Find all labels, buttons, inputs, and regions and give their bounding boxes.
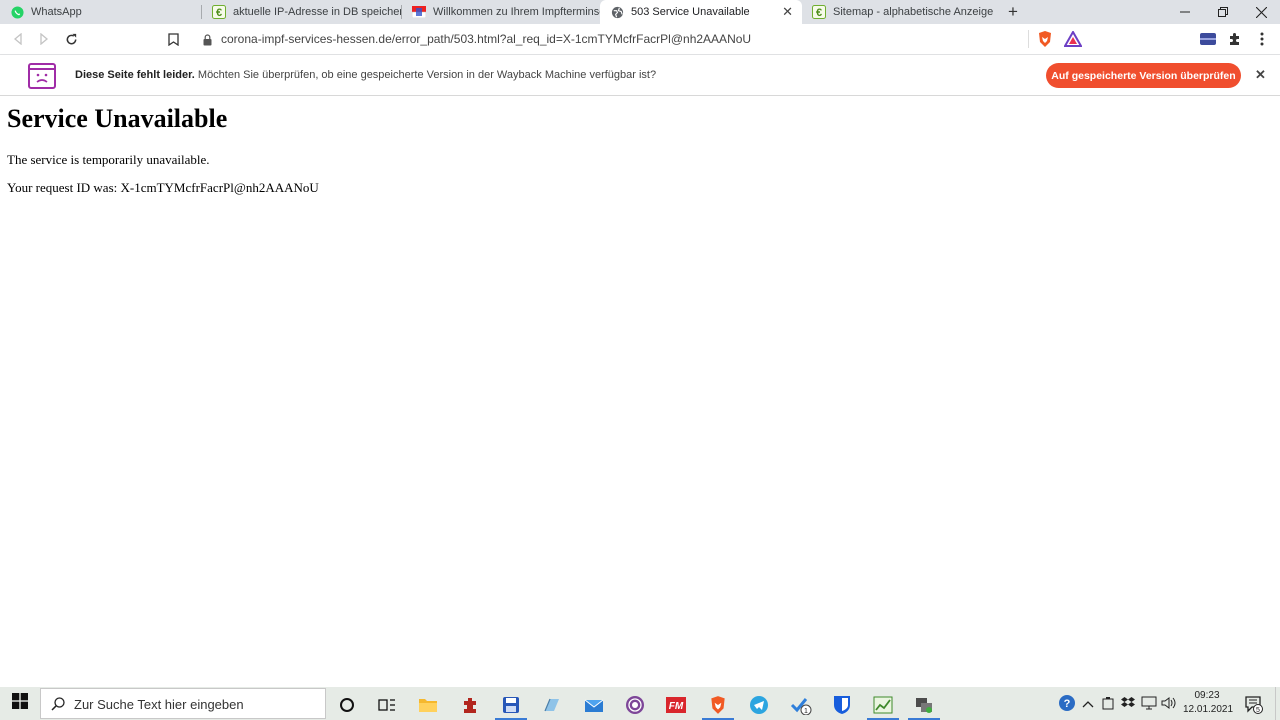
whatsapp-icon xyxy=(10,5,24,19)
dropbox-icon[interactable] xyxy=(1121,696,1135,712)
tab-impfterminservice[interactable]: Willkommen zu Ihrem Impfterminserv xyxy=(402,0,600,24)
page-heading: Service Unavailable xyxy=(7,104,228,133)
search-placeholder: Zur Suche Text hier eingeben xyxy=(74,697,244,712)
tab-title: Sitemap - alphabetische Anzeige xyxy=(833,6,994,18)
back-button[interactable] xyxy=(9,30,27,48)
clock-date: 12.01.2021 xyxy=(1183,704,1234,715)
wayback-infobar: Diese Seite fehlt leider. Möchten Sie üb… xyxy=(0,55,1280,96)
puzzle-app-icon[interactable] xyxy=(450,691,490,719)
help-tray-icon[interactable]: ? xyxy=(1058,694,1076,715)
file-explorer-icon[interactable] xyxy=(408,691,448,719)
network-tray-icon[interactable] xyxy=(1141,696,1157,713)
euro-icon: € xyxy=(212,5,226,19)
svg-text:?: ? xyxy=(1064,698,1071,710)
cortana-icon[interactable] xyxy=(327,691,367,719)
todo-badge: 1 xyxy=(804,708,808,715)
brave-rewards-icon[interactable] xyxy=(1064,30,1082,48)
new-tab-button[interactable]: + xyxy=(1008,2,1018,22)
brave-browser-icon[interactable] xyxy=(698,691,738,720)
tor-browser-icon[interactable] xyxy=(615,691,655,719)
todo-app-icon[interactable]: 1 xyxy=(781,691,821,719)
infobar-text: Diese Seite fehlt leider. Möchten Sie üb… xyxy=(75,69,656,81)
svg-text:FM: FM xyxy=(669,701,684,712)
fm-app-icon[interactable]: FM xyxy=(656,691,696,719)
tab-title: aktuelle IP-Adresse in DB speichern xyxy=(233,6,402,18)
windows-icon xyxy=(12,693,28,714)
extensions-icon[interactable] xyxy=(1226,30,1244,48)
tab-whatsapp[interactable]: WhatsApp xyxy=(0,0,202,24)
bitwarden-icon[interactable] xyxy=(822,691,862,719)
forward-button[interactable] xyxy=(35,30,53,48)
taskbar: Zur Suche Text hier eingeben FM 1 ? 09:2… xyxy=(0,687,1280,720)
browser-toolbar: corona-impf-services-hessen.de/error_pat… xyxy=(0,24,1280,55)
clock-time: 09:23 xyxy=(1194,690,1220,701)
tab-title: 503 Service Unavailable xyxy=(631,6,750,18)
notification-count: 5 xyxy=(1256,707,1260,714)
close-infobar-icon[interactable]: ✕ xyxy=(1255,67,1266,83)
address-bar[interactable]: corona-impf-services-hessen.de/error_pat… xyxy=(192,27,1089,52)
url-text: corona-impf-services-hessen.de/error_pat… xyxy=(221,32,752,46)
network-app-icon[interactable] xyxy=(904,691,944,720)
check-saved-version-button[interactable]: Auf gespeicherte Version überprüfen xyxy=(1046,63,1241,88)
chart-app-icon[interactable] xyxy=(863,691,903,720)
tab-title: WhatsApp xyxy=(31,6,82,18)
battery-tray-icon[interactable] xyxy=(1102,696,1114,713)
close-window-button[interactable] xyxy=(1242,0,1280,24)
infobar-bold: Diese Seite fehlt leider. xyxy=(75,69,195,81)
menu-icon[interactable] xyxy=(1253,30,1271,48)
globe-icon xyxy=(610,5,624,19)
tab-503-service-unavailable[interactable]: 503 Service Unavailable ✕ xyxy=(600,0,802,24)
notification-center-icon[interactable]: 5 xyxy=(1244,694,1264,717)
tab-ip-adresse[interactable]: € aktuelle IP-Adresse in DB speichern xyxy=(202,0,402,24)
svg-text:€: € xyxy=(816,7,822,19)
restore-button[interactable] xyxy=(1204,0,1242,24)
hessen-flag-icon xyxy=(412,5,426,19)
chevron-up-icon[interactable] xyxy=(1082,697,1094,712)
request-id-message: Your request ID was: X-1cmTYMcfrFacrPl@n… xyxy=(7,180,319,195)
bookmark-button[interactable] xyxy=(164,30,182,48)
minimize-button[interactable] xyxy=(1166,0,1204,24)
lock-icon xyxy=(203,33,212,51)
save-app-icon[interactable] xyxy=(491,691,531,720)
show-desktop-button[interactable] xyxy=(1275,687,1280,720)
reload-button[interactable] xyxy=(62,30,80,48)
notes-app-icon[interactable] xyxy=(532,691,572,719)
sad-page-icon xyxy=(28,63,56,94)
page-content: Service Unavailable The service is tempo… xyxy=(0,96,1280,687)
tab-sitemap[interactable]: € Sitemap - alphabetische Anzeige xyxy=(802,0,1000,24)
system-clock[interactable]: 09:23 12.01.2021 xyxy=(1183,689,1234,717)
tab-title: Willkommen zu Ihrem Impfterminserv xyxy=(433,6,600,18)
volume-icon[interactable] xyxy=(1161,696,1177,713)
close-tab-icon[interactable]: ✕ xyxy=(782,4,793,20)
taskbar-search-box[interactable]: Zur Suche Text hier eingeben xyxy=(40,688,326,719)
start-button[interactable] xyxy=(0,687,40,720)
mail-icon[interactable] xyxy=(574,691,614,719)
unavailable-message: The service is temporarily unavailable. xyxy=(7,152,210,167)
infobar-message: Möchten Sie überprüfen, ob eine gespeich… xyxy=(197,69,657,81)
euro-icon: € xyxy=(812,5,826,19)
svg-text:€: € xyxy=(216,7,222,19)
search-icon xyxy=(51,697,65,716)
brave-shields-icon[interactable] xyxy=(1036,30,1054,48)
tab-strip: WhatsApp € aktuelle IP-Adresse in DB spe… xyxy=(0,0,1280,24)
wallet-icon[interactable] xyxy=(1199,30,1217,48)
task-view-icon[interactable] xyxy=(367,691,407,719)
telegram-icon[interactable] xyxy=(739,691,779,719)
